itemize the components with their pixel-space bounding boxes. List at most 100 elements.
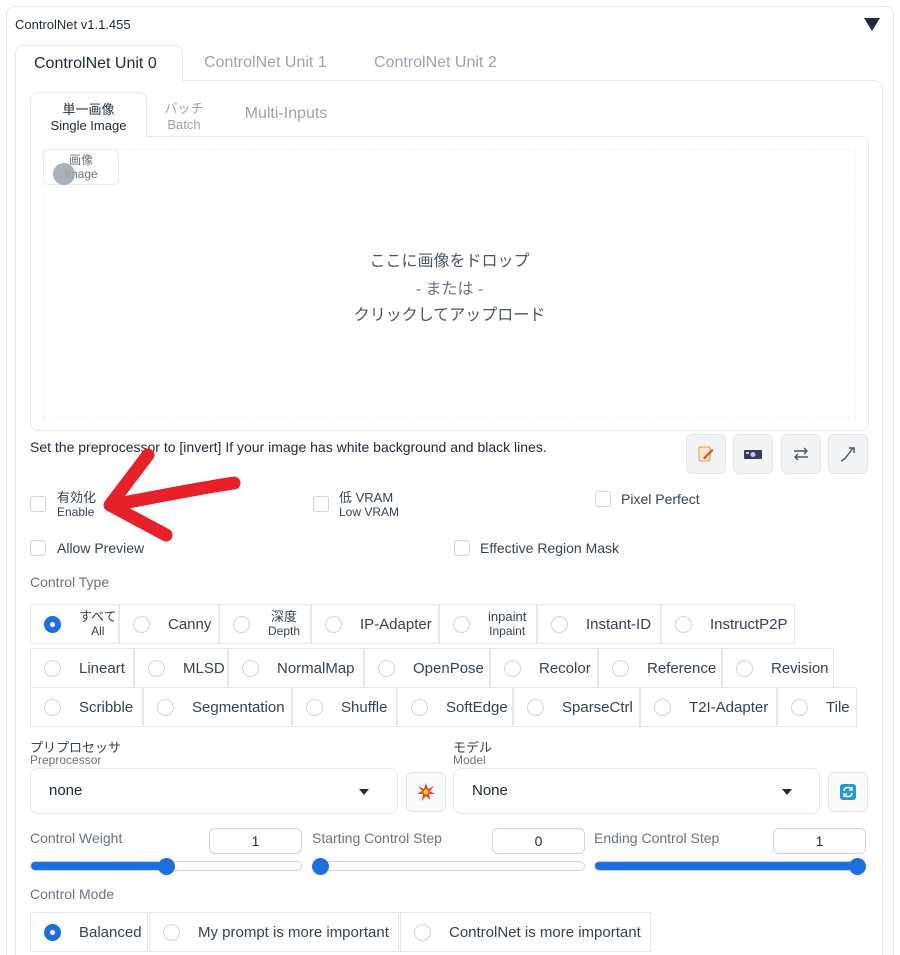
control-type-revision[interactable]: Revision <box>722 648 834 688</box>
ending-step-label: Ending Control Step <box>594 830 720 846</box>
collapse-triangle-icon[interactable] <box>864 18 880 31</box>
radio-circle <box>378 659 395 677</box>
explosion-icon <box>417 783 435 801</box>
control-type-inpaint[interactable]: inpaint Inpaint <box>439 604 537 644</box>
tab-controlnet-unit-0[interactable]: ControlNet Unit 0 <box>15 45 183 81</box>
control-type-tile-label: Tile <box>826 698 850 716</box>
control-type-all-label: すべて All <box>79 610 117 639</box>
control-type-canny-label: Canny <box>168 615 212 633</box>
control-type-lineart[interactable]: Lineart <box>30 648 134 688</box>
effective-region-mask-checkbox[interactable] <box>454 540 470 556</box>
ending-step-fill <box>595 862 858 870</box>
enable-label: 有効化 Enable <box>57 491 96 520</box>
tab-single-image[interactable]: 単一画像 Single Image <box>30 92 147 137</box>
control-type-t2i-adapter-label: T2I-Adapter <box>689 698 769 716</box>
control-type-ip-adapter[interactable]: IP-Adapter <box>311 604 439 644</box>
control-mode-balanced[interactable]: Balanced <box>30 912 148 952</box>
control-type-reference-label: Reference <box>647 659 717 677</box>
control-type-sparsectrl[interactable]: SparseCtrl <box>513 687 640 727</box>
control-type-softedge-label: SoftEdge <box>446 698 508 716</box>
model-label-en: Model <box>453 753 486 767</box>
drop-text-line1: ここに画像をドロップ <box>369 253 530 270</box>
tab-single-image-jp: 単一画像 <box>62 102 115 117</box>
control-type-reference[interactable]: Reference <box>598 648 722 688</box>
control-type-recolor-label: Recolor <box>539 659 591 677</box>
drop-text-line3: クリックしてアップロード <box>353 307 546 324</box>
preprocessor-select[interactable]: none <box>30 768 398 814</box>
refresh-icon <box>840 784 856 800</box>
control-type-depth-label: 深度 Depth <box>268 609 300 639</box>
starting-step-thumb[interactable] <box>312 858 329 875</box>
run-preprocessor-button[interactable] <box>406 772 446 812</box>
radio-circle <box>306 698 323 716</box>
model-select[interactable]: None <box>453 768 820 814</box>
edit-icon <box>698 446 714 462</box>
control-type-openpose-label: OpenPose <box>413 659 484 677</box>
radio-circle <box>551 615 568 633</box>
refresh-models-button[interactable] <box>828 772 868 812</box>
control-type-all-en: All <box>91 624 105 638</box>
tab-batch[interactable]: バッチ Batch <box>152 92 216 137</box>
chevron-down-icon <box>782 789 792 795</box>
control-mode-balanced-label: Balanced <box>79 923 142 941</box>
radio-circle <box>233 615 250 633</box>
radio-circle <box>675 615 692 633</box>
control-type-shuffle-label: Shuffle <box>341 698 388 716</box>
control-type-normalmap[interactable]: NormalMap <box>228 648 364 688</box>
control-type-segmentation-label: Segmentation <box>192 698 285 716</box>
low-vram-label-jp: 低 VRAM <box>339 490 394 505</box>
control-type-shuffle[interactable]: Shuffle <box>292 687 397 727</box>
control-type-depth[interactable]: 深度 Depth <box>219 604 311 644</box>
allow-preview-checkbox[interactable] <box>30 540 46 556</box>
control-type-t2i-adapter[interactable]: T2I-Adapter <box>640 687 777 727</box>
control-type-tile[interactable]: Tile <box>777 687 857 727</box>
tab-controlnet-unit-2[interactable]: ControlNet Unit 2 <box>356 45 515 81</box>
image-icon <box>53 163 75 185</box>
control-type-segmentation[interactable]: Segmentation <box>143 687 292 727</box>
panel-title[interactable]: ControlNet v1.1.455 <box>15 17 131 32</box>
radio-circle <box>791 698 808 716</box>
control-type-recolor[interactable]: Recolor <box>490 648 598 688</box>
control-type-all[interactable]: すべて All <box>30 604 119 644</box>
camera-button[interactable] <box>733 434 773 474</box>
control-mode-controlnet-more-important[interactable]: ControlNet is more important <box>400 912 651 952</box>
control-type-instructp2p[interactable]: InstructP2P <box>661 604 795 644</box>
pixel-perfect-label: Pixel Perfect <box>621 491 700 507</box>
pixel-perfect-checkbox[interactable] <box>595 491 611 507</box>
tab-multi-inputs[interactable]: Multi-Inputs <box>228 92 344 137</box>
control-type-softedge[interactable]: SoftEdge <box>397 687 513 727</box>
enable-checkbox[interactable] <box>30 496 46 512</box>
radio-circle <box>163 923 180 941</box>
control-type-inpaint-en: Inpaint <box>489 624 526 638</box>
low-vram-checkbox[interactable] <box>313 496 329 512</box>
radio-circle <box>44 615 61 633</box>
ending-step-thumb[interactable] <box>849 858 866 875</box>
control-mode-heading: Control Mode <box>30 886 115 902</box>
control-type-instant-id[interactable]: Instant-ID <box>537 604 661 644</box>
starting-step-input[interactable]: 0 <box>492 828 585 854</box>
edit-button[interactable] <box>686 434 726 474</box>
control-type-depth-jp: 深度 <box>271 609 298 624</box>
ending-step-input[interactable]: 1 <box>773 828 866 854</box>
radio-circle <box>453 615 470 633</box>
radio-circle <box>325 615 342 633</box>
control-type-canny[interactable]: Canny <box>119 604 219 644</box>
control-type-openpose[interactable]: OpenPose <box>364 648 490 688</box>
control-type-inpaint-jp: inpaint <box>488 609 527 624</box>
radio-circle <box>44 923 61 941</box>
tab-controlnet-unit-1[interactable]: ControlNet Unit 1 <box>186 45 345 81</box>
control-type-mlsd[interactable]: MLSD <box>134 648 228 688</box>
control-mode-prompt-more-important[interactable]: My prompt is more important <box>149 912 399 952</box>
control-weight-thumb[interactable] <box>157 858 175 875</box>
ending-step-track[interactable] <box>594 861 866 871</box>
control-weight-input[interactable]: 1 <box>209 828 302 854</box>
control-type-ip-adapter-label: IP-Adapter <box>360 615 432 633</box>
starting-step-track[interactable] <box>312 861 585 871</box>
resize-curve-button[interactable] <box>828 434 868 474</box>
low-vram-label-en: Low VRAM <box>339 505 400 519</box>
allow-preview-label: Allow Preview <box>57 540 145 556</box>
control-type-scribble[interactable]: Scribble <box>30 687 143 727</box>
swap-button[interactable] <box>781 434 821 474</box>
low-vram-label: 低 VRAM Low VRAM <box>339 490 400 520</box>
resize-curve-icon <box>840 447 855 462</box>
